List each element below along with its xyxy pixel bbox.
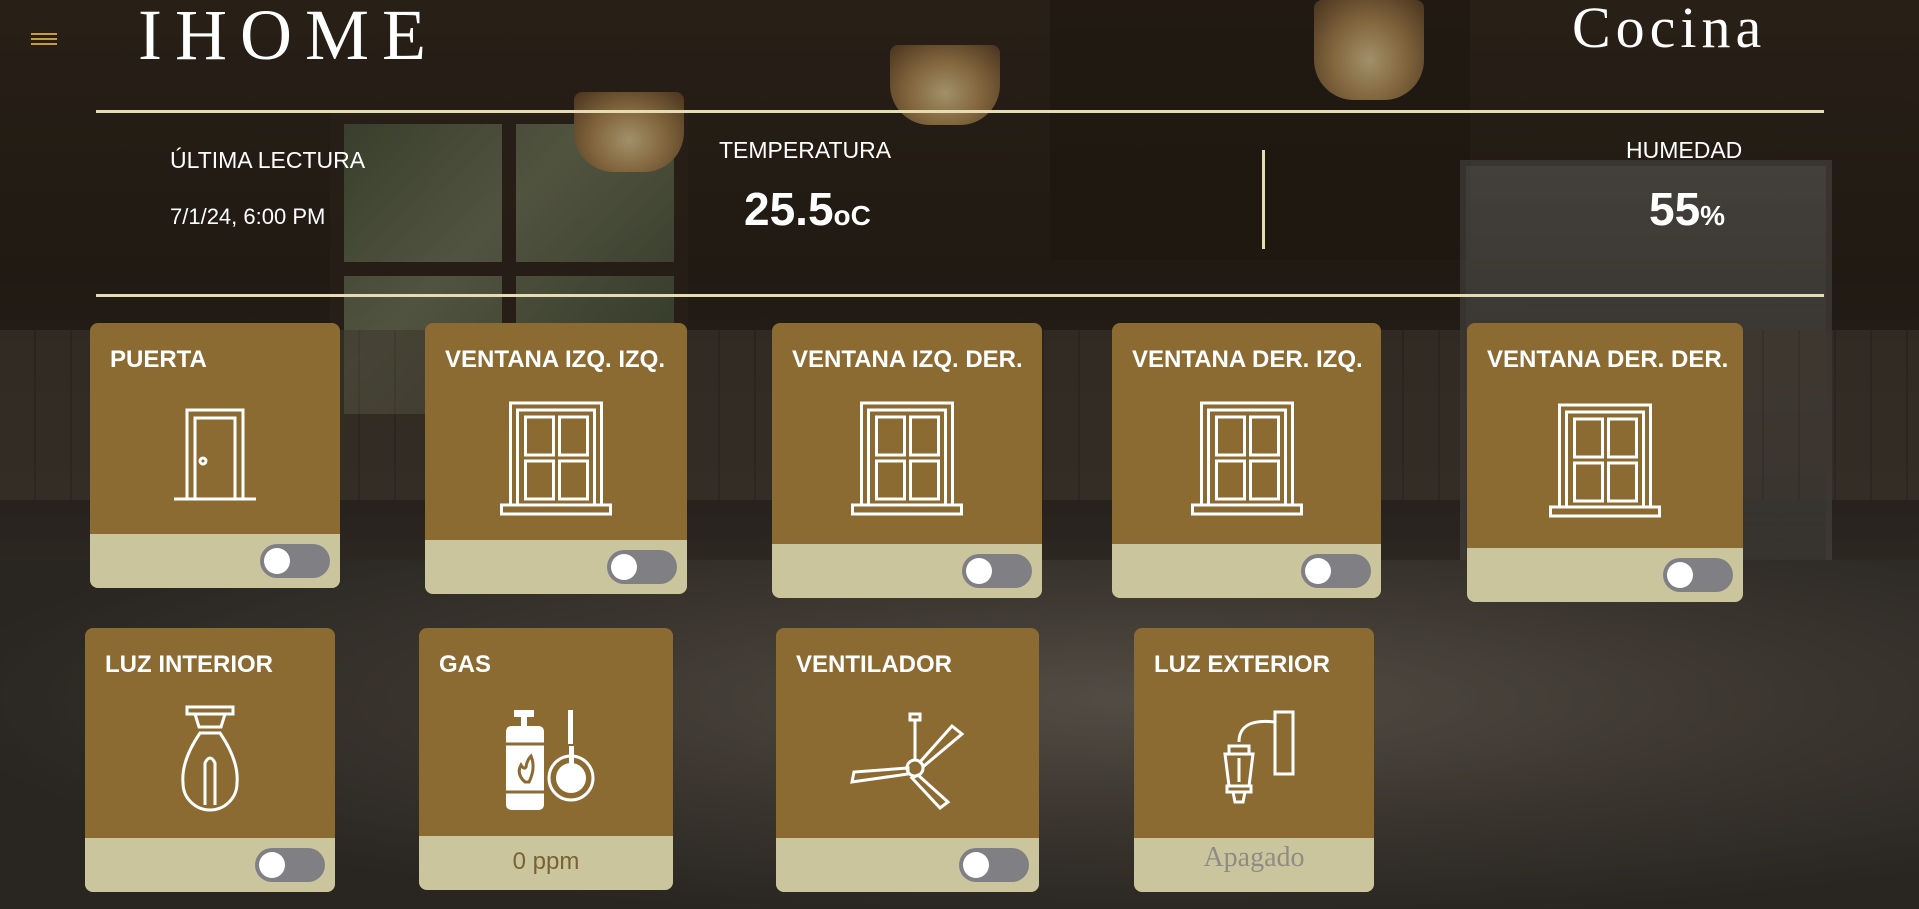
- last-reading: ÚLTIMA LECTURA 7/1/24, 6:00 PM: [170, 147, 365, 230]
- device-footer: [772, 544, 1042, 598]
- device-card-ventana-der-der: VENTANA DER. DER.: [1467, 323, 1743, 602]
- device-card-luz-exterior: LUZ EXTERIOR Apagado: [1134, 628, 1374, 892]
- device-toggle[interactable]: [607, 550, 677, 584]
- temperature-label: TEMPERATURA: [719, 137, 892, 163]
- device-title: LUZ EXTERIOR: [1154, 651, 1331, 678]
- device-card-ventana-izq-der: VENTANA IZQ. DER.: [772, 323, 1042, 598]
- device-footer: [85, 838, 335, 892]
- device-title: VENTANA DER. DER.: [1487, 346, 1729, 373]
- menu-icon[interactable]: [31, 30, 57, 50]
- header-divider: [96, 110, 1824, 113]
- device-title: VENTILADOR: [796, 651, 952, 678]
- window-icon: [500, 401, 612, 516]
- gas-cylinder-icon: [506, 710, 595, 810]
- device-footer: [1467, 548, 1743, 602]
- door-icon: [174, 408, 256, 501]
- device-toggle[interactable]: [959, 848, 1029, 882]
- exterior-light-status: Apagado: [1203, 842, 1305, 873]
- device-footer: Apagado: [1134, 838, 1374, 892]
- device-toggle[interactable]: [962, 554, 1032, 588]
- last-reading-label: ÚLTIMA LECTURA: [170, 147, 366, 173]
- device-footer: [425, 540, 687, 594]
- humidity-stat: HUMEDAD 55%: [1626, 137, 1742, 236]
- temperature-unit: oC: [833, 200, 871, 231]
- last-reading-value: 7/1/24, 6:00 PM: [170, 204, 326, 229]
- temperature-stat: TEMPERATURA 25.5oC: [719, 137, 891, 236]
- device-footer: [776, 838, 1039, 892]
- device-toggle[interactable]: [1663, 558, 1733, 592]
- light-bulb-icon: [181, 705, 239, 812]
- gas-reading: 0 ppm: [512, 848, 580, 875]
- temperature-value: 25.5: [744, 183, 834, 235]
- device-title: GAS: [439, 651, 492, 678]
- room-title: Cocina: [1572, 0, 1767, 60]
- device-toggle[interactable]: [260, 544, 330, 578]
- device-footer: [1112, 544, 1381, 598]
- brand-title: IHOME: [138, 0, 439, 75]
- wall-lantern-icon: [1223, 710, 1295, 804]
- device-card-puerta: PUERTA: [90, 323, 340, 588]
- humidity-unit: %: [1700, 200, 1726, 231]
- device-footer: [90, 534, 340, 588]
- device-title: VENTANA IZQ. DER.: [792, 346, 1023, 373]
- device-title: LUZ INTERIOR: [105, 651, 273, 678]
- device-title: VENTANA IZQ. IZQ.: [445, 346, 665, 373]
- device-title: PUERTA: [110, 346, 207, 373]
- device-card-ventilador: VENTILADOR: [776, 628, 1039, 892]
- device-toggle[interactable]: [255, 848, 325, 882]
- device-toggle[interactable]: [1301, 554, 1371, 588]
- device-card-gas: GAS 0 ppm: [419, 628, 673, 890]
- ceiling-fan-icon: [849, 712, 964, 811]
- humidity-value: 55: [1649, 183, 1701, 235]
- window-icon: [1190, 401, 1303, 516]
- humidity-label: HUMEDAD: [1626, 137, 1743, 163]
- window-icon: [851, 401, 963, 516]
- stats-divider: [96, 294, 1824, 297]
- device-footer: 0 ppm: [419, 836, 673, 890]
- stat-divider: [1262, 150, 1265, 249]
- device-card-ventana-der-izq: VENTANA DER. IZQ.: [1112, 323, 1381, 598]
- device-card-ventana-izq-izq: VENTANA IZQ. IZQ.: [425, 323, 687, 594]
- device-card-luz-interior: LUZ INTERIOR: [85, 628, 335, 892]
- device-title: VENTANA DER. IZQ.: [1132, 346, 1363, 373]
- window-icon: [1549, 403, 1661, 518]
